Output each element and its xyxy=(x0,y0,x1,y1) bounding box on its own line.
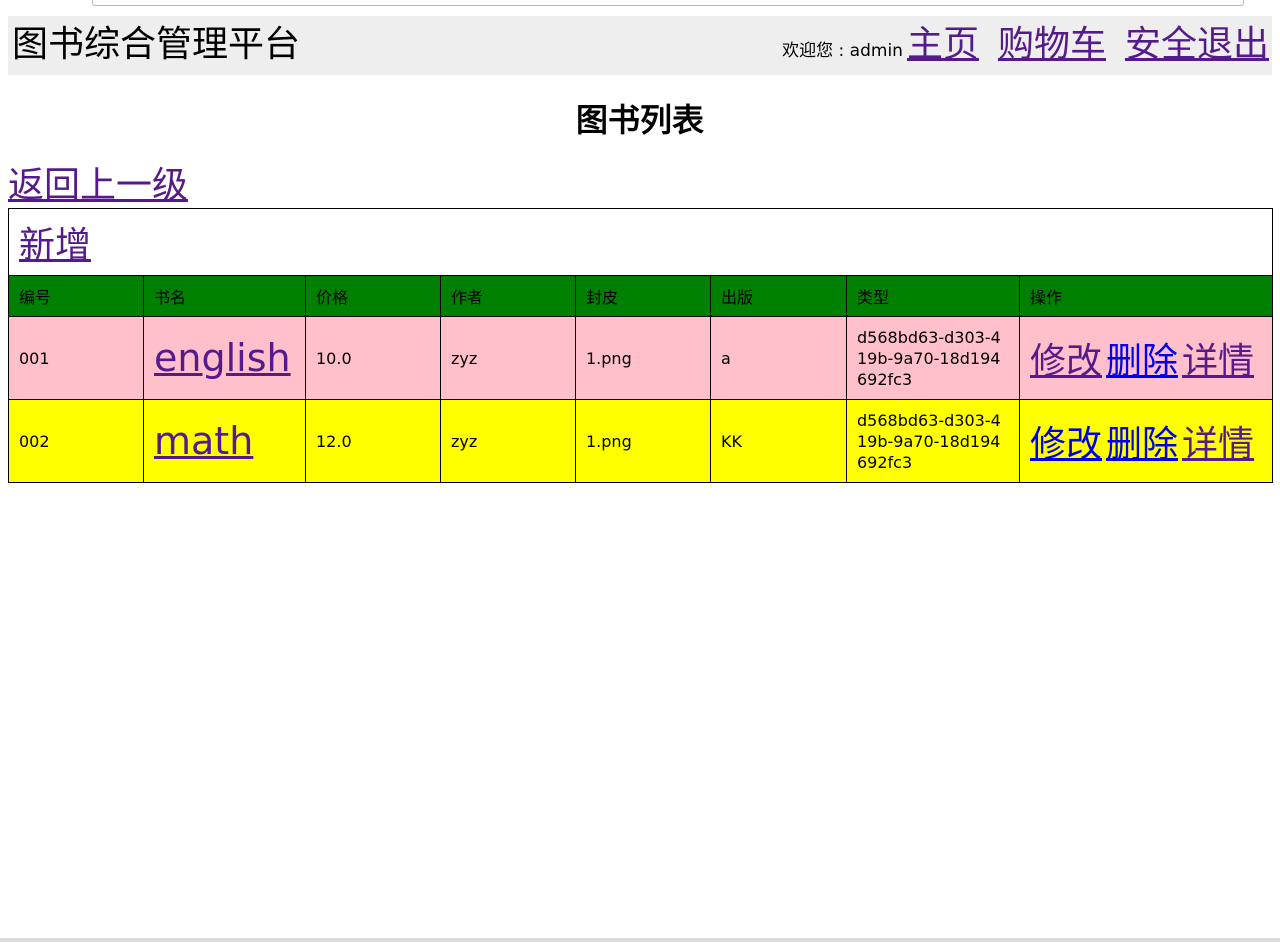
book-table: 新增 编号 书名 价格 作者 封皮 出版 类型 操作 001 english 1… xyxy=(7,208,1274,483)
browser-address-bar[interactable] xyxy=(92,0,1244,6)
cell-id: 001 xyxy=(8,316,144,400)
column-header-id: 编号 xyxy=(8,275,144,317)
detail-link[interactable]: 详情 xyxy=(1182,424,1254,465)
delete-link[interactable]: 删除 xyxy=(1106,424,1178,465)
cell-id: 002 xyxy=(8,399,144,483)
nav-logout-link[interactable]: 安全退出 xyxy=(1125,23,1269,67)
welcome-text: 欢迎您 : admin xyxy=(782,41,903,61)
cell-author: zyz xyxy=(440,399,576,483)
edit-link[interactable]: 修改 xyxy=(1030,341,1102,382)
table-row: 002 math 12.0 zyz 1.png KK d568bd63-d303… xyxy=(8,399,1274,483)
browser-bottom-border xyxy=(0,938,1280,942)
cell-cover: 1.png xyxy=(575,316,711,400)
column-header-actions: 操作 xyxy=(1018,275,1274,317)
cell-publisher: a xyxy=(710,316,847,400)
top-nav: 欢迎您 : admin 主页 购物车 安全退出 xyxy=(782,23,1269,67)
add-book-link[interactable]: 新增 xyxy=(19,225,91,266)
table-header-row: 编号 书名 价格 作者 封皮 出版 类型 操作 xyxy=(8,275,1274,317)
cell-name: english xyxy=(143,316,306,400)
nav-home-link[interactable]: 主页 xyxy=(907,23,979,67)
column-header-author: 作者 xyxy=(440,275,576,317)
site-title: 图书综合管理平台 xyxy=(12,24,301,65)
cell-actions: 修改 删除 详情 xyxy=(1018,316,1274,400)
page-title: 图书列表 xyxy=(575,101,704,139)
nav-cart-link[interactable]: 购物车 xyxy=(998,23,1106,67)
cell-publisher: KK xyxy=(710,399,847,483)
column-header-price: 价格 xyxy=(305,275,441,317)
browser-top-strip xyxy=(0,0,1280,8)
column-header-cover: 封皮 xyxy=(575,275,711,317)
cell-type: d568bd63-d303-419b-9a70-18d194692fc3 xyxy=(846,316,1020,400)
edit-link[interactable]: 修改 xyxy=(1030,424,1102,465)
cell-author: zyz xyxy=(440,316,576,400)
cell-name: math xyxy=(143,399,306,483)
column-header-type: 类型 xyxy=(846,275,1020,317)
cell-cover: 1.png xyxy=(575,399,711,483)
cell-price: 10.0 xyxy=(305,316,441,400)
delete-link[interactable]: 删除 xyxy=(1106,341,1178,382)
table-row: 001 english 10.0 zyz 1.png a d568bd63-d3… xyxy=(8,316,1274,400)
cell-type: d568bd63-d303-419b-9a70-18d194692fc3 xyxy=(846,399,1020,483)
detail-link[interactable]: 详情 xyxy=(1182,341,1254,382)
cell-actions: 修改 删除 详情 xyxy=(1018,399,1274,483)
column-header-publisher: 出版 xyxy=(710,275,847,317)
add-cell: 新增 xyxy=(7,208,1274,276)
site-header: 图书综合管理平台 欢迎您 : admin 主页 购物车 安全退出 xyxy=(8,16,1272,75)
book-name-link[interactable]: english xyxy=(154,336,291,380)
back-link[interactable]: 返回上一级 xyxy=(8,163,188,209)
book-name-link[interactable]: math xyxy=(154,419,253,463)
column-header-name: 书名 xyxy=(143,275,306,317)
add-row: 新增 xyxy=(7,208,1274,276)
cell-price: 12.0 xyxy=(305,399,441,483)
